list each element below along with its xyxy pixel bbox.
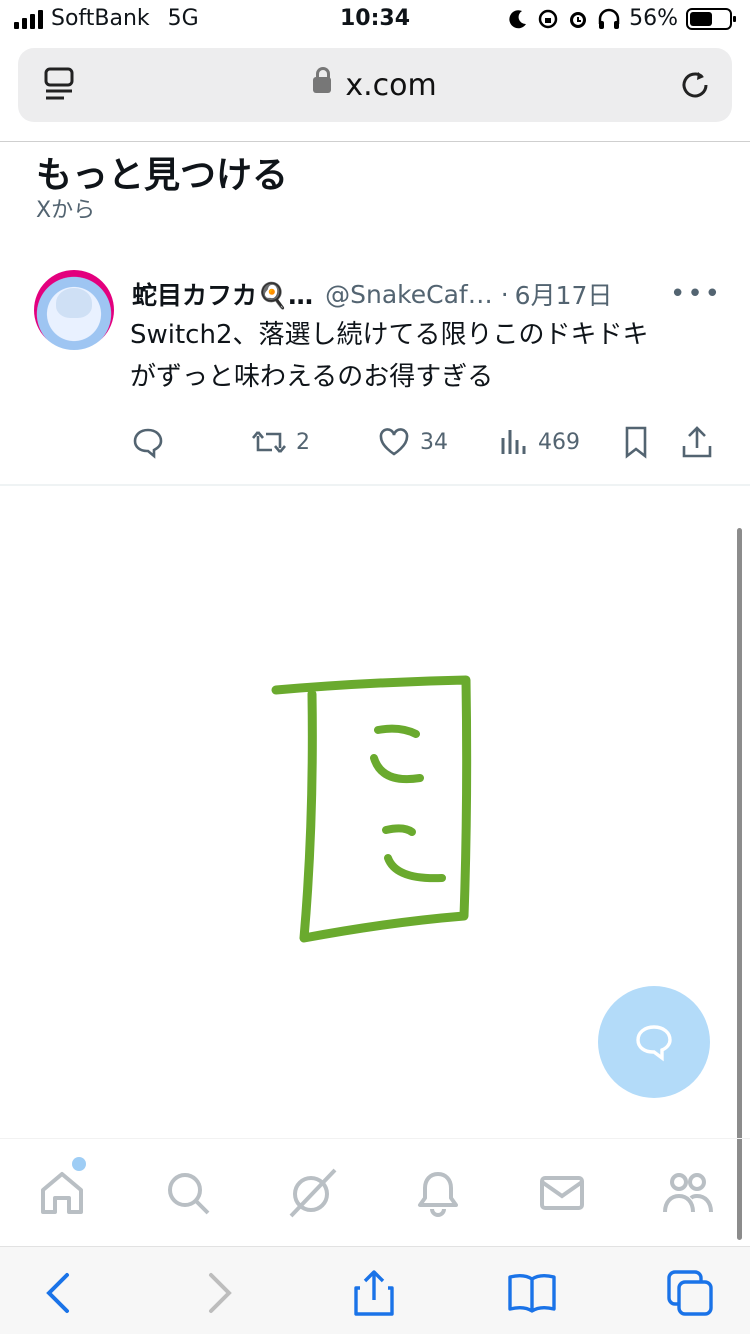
retweet-count: 2 (296, 429, 310, 455)
nav-grok[interactable] (284, 1165, 340, 1221)
annotation-stroke (384, 854, 446, 883)
tweet-text-line: がずっと味わえるのお得すぎる (130, 362, 494, 392)
battery-icon (686, 7, 736, 30)
url-text: x.com (345, 68, 437, 103)
heart-icon (379, 428, 409, 456)
annotation-box (271, 675, 472, 943)
toolbar-divider (0, 141, 750, 142)
tweet-actions: 2 34 469 (130, 424, 720, 460)
search-icon (168, 1173, 210, 1215)
bookmark-icon (625, 426, 647, 459)
nav-messages[interactable] (534, 1165, 590, 1221)
book-icon (508, 1273, 556, 1313)
view-count: 469 (538, 429, 580, 455)
more-options-icon[interactable]: ••• (670, 279, 722, 309)
tabs-button[interactable] (662, 1265, 718, 1321)
new-message-icon (636, 1025, 672, 1062)
annotation-stroke (382, 824, 416, 836)
avatar[interactable] (34, 270, 114, 350)
notification-dot (72, 1157, 86, 1171)
share-icon (682, 426, 712, 458)
grok-icon (289, 1168, 337, 1218)
headphones-icon (598, 8, 620, 29)
bottom-nav (0, 1138, 750, 1246)
rotation-lock-icon (538, 9, 558, 28)
status-bar: SoftBank 5G 10:34 56% (0, 0, 750, 42)
separator-dot: · (500, 279, 509, 309)
scrollbar[interactable] (737, 528, 742, 1240)
section-subtitle: Xから (36, 198, 96, 223)
analytics-icon (501, 430, 526, 454)
annotation-stroke (374, 724, 420, 738)
nav-explore[interactable] (160, 1165, 216, 1221)
alarm-icon (570, 11, 587, 28)
tweet-text-line: Switch2、落選し続けてる限りこのドキドキ (130, 320, 649, 350)
battery-percent: 56% (629, 6, 678, 31)
nav-communities[interactable] (660, 1165, 716, 1221)
author-name[interactable]: 蛇目カフカ🍳… (132, 276, 313, 312)
address-bar[interactable]: x.com (18, 48, 732, 122)
author-handle[interactable]: @SnakeCaf… (325, 280, 493, 309)
share-page-button[interactable] (346, 1265, 402, 1321)
share-icon (354, 1270, 394, 1316)
tweet-card[interactable]: 蛇目カフカ🍳… @SnakeCaf… · 6月17日 ••• Switch2、落… (0, 260, 750, 484)
browser-toolbar (0, 1246, 750, 1334)
back-button[interactable] (30, 1265, 86, 1321)
tweet-text: Switch2、落選し続けてる限りこのドキドキ がずっと味わえるのお得すぎる (130, 314, 720, 398)
bell-icon (418, 1172, 458, 1217)
handdrawn-annotation (271, 675, 472, 943)
chevron-right-icon (209, 1273, 232, 1313)
communities-icon (663, 1173, 713, 1213)
tabs-icon (667, 1270, 713, 1316)
like-button[interactable]: 34 (376, 424, 448, 460)
focus-moon-icon (509, 9, 527, 28)
bookmark-button[interactable] (620, 424, 652, 460)
retweet-icon (252, 431, 286, 453)
section-title: もっと見つける (36, 155, 289, 196)
reload-icon[interactable] (678, 68, 712, 102)
nav-notifications[interactable] (410, 1165, 466, 1221)
mail-icon (540, 1176, 584, 1210)
status-right: 56% (507, 6, 736, 31)
tweet-divider (0, 484, 750, 486)
views-button[interactable]: 469 (498, 424, 580, 460)
retweet-button[interactable]: 2 (250, 424, 310, 460)
reply-icon (133, 428, 163, 459)
tweet-header: 蛇目カフカ🍳… @SnakeCaf… · 6月17日 ••• (132, 276, 722, 312)
home-icon (41, 1172, 83, 1214)
annotation-stroke (370, 754, 424, 783)
reply-button[interactable] (130, 424, 166, 460)
like-count: 34 (420, 429, 448, 455)
share-button[interactable] (680, 424, 714, 460)
url-display[interactable]: x.com (18, 66, 732, 103)
lock-icon (313, 66, 332, 93)
tweet-date[interactable]: 6月17日 (515, 276, 613, 312)
compose-message-button[interactable] (598, 986, 710, 1098)
chevron-left-icon (46, 1273, 69, 1313)
nav-home[interactable] (34, 1165, 90, 1221)
forward-button[interactable] (192, 1265, 248, 1321)
bookmarks-button[interactable] (504, 1265, 560, 1321)
